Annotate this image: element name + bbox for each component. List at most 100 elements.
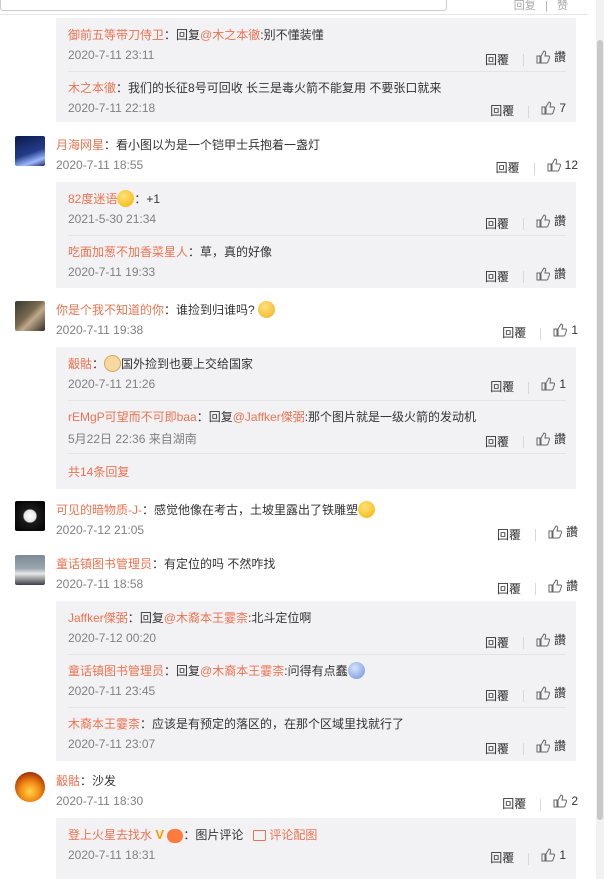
sub-reply-divider bbox=[68, 71, 566, 72]
reply-button[interactable]: 回覆 bbox=[485, 51, 509, 68]
like-button[interactable]: 讚 bbox=[536, 430, 566, 447]
username-link[interactable]: 月海网星 bbox=[56, 138, 104, 152]
reply-button[interactable]: 回覆 bbox=[490, 378, 514, 395]
sub-reply: 觳骷： 国外捡到也要上交给国家 2020-7-11 21:26 回覆 1 bbox=[68, 355, 566, 395]
mention-link[interactable]: @木裔本王霎柰 bbox=[200, 664, 284, 678]
comment-text: 谁捡到归谁吗? bbox=[176, 303, 255, 317]
username-link[interactable]: 82度迷语 bbox=[68, 192, 117, 206]
comment-time: 2020-7-11 23:11 bbox=[68, 48, 155, 62]
reply-button[interactable]: 回覆 bbox=[490, 849, 514, 866]
sub-reply-divider bbox=[68, 707, 566, 708]
avatar[interactable] bbox=[15, 301, 45, 331]
like-button[interactable]: 12 bbox=[547, 158, 578, 172]
mention-link[interactable]: @木之本徹 bbox=[200, 28, 260, 42]
top-like-label[interactable]: 赞 bbox=[557, 0, 568, 12]
reply-button[interactable]: 回覆 bbox=[485, 215, 509, 232]
username-link[interactable]: 吃面加葱不加香菜星人 bbox=[68, 245, 188, 259]
thumbs-up-icon bbox=[536, 49, 550, 63]
like-button[interactable]: 讚 bbox=[536, 48, 566, 65]
mention-link[interactable]: @Jaffker傑弼 bbox=[233, 410, 305, 424]
user-badge-icon bbox=[117, 190, 135, 208]
comment-actions: 回覆 讚 bbox=[485, 684, 566, 704]
username-link[interactable]: 觳骷 bbox=[68, 357, 92, 371]
reply-button[interactable]: 回覆 bbox=[485, 740, 509, 757]
comment-actions: 回覆 讚 bbox=[485, 430, 566, 450]
top-toolbar-fragment: 回复 | 赞 bbox=[0, 0, 588, 15]
like-button[interactable]: 讚 bbox=[536, 631, 566, 648]
comment-text-line: 童话镇图书管理员：有定位的吗 不然咋找 bbox=[56, 555, 576, 573]
like-button[interactable]: 7 bbox=[541, 101, 566, 115]
thumbs-up-icon bbox=[536, 213, 550, 227]
reply-button[interactable]: 回覆 bbox=[485, 268, 509, 285]
divider bbox=[540, 798, 542, 811]
like-button[interactable]: 讚 bbox=[536, 737, 566, 754]
reply-button[interactable]: 回覆 bbox=[502, 324, 526, 341]
username-link[interactable]: 登上火星去找水 bbox=[68, 828, 152, 842]
like-button[interactable]: 1 bbox=[553, 323, 578, 337]
like-button[interactable]: 讚 bbox=[548, 577, 578, 594]
divider bbox=[522, 218, 524, 231]
like-button[interactable]: 讚 bbox=[536, 212, 566, 229]
username-link[interactable]: rEMgP可望而不可即baa bbox=[68, 410, 197, 424]
more-replies-link[interactable]: 共14条回复 bbox=[68, 463, 129, 480]
like-count: 讚 bbox=[553, 686, 566, 700]
top-reply-label[interactable]: 回复 bbox=[514, 0, 536, 12]
thumbs-up-icon bbox=[541, 377, 556, 391]
avatar[interactable] bbox=[15, 772, 45, 802]
username-link[interactable]: 可见的暗物质-J- bbox=[56, 503, 142, 517]
sub-reply-text: 82度迷语 ：+1 bbox=[68, 190, 160, 208]
like-button[interactable]: 1 bbox=[541, 377, 566, 391]
comment-actions: 回覆 讚 bbox=[485, 265, 566, 285]
username-link[interactable]: 童话镇图书管理员 bbox=[68, 664, 164, 678]
divider bbox=[522, 54, 524, 67]
username-link[interactable]: 御前五等带刀侍卫 bbox=[68, 28, 164, 42]
comment-item: 童话镇图书管理员：有定位的吗 不然咋找 2020-7-11 18:58 回覆 讚 bbox=[15, 555, 578, 599]
reply-button[interactable]: 回覆 bbox=[490, 102, 514, 119]
comment-time: 2021-5-30 21:34 bbox=[68, 212, 157, 226]
like-count: 7 bbox=[559, 101, 566, 115]
comment-time: 2020-7-11 18:58 bbox=[56, 577, 144, 591]
colon: ： bbox=[134, 192, 147, 206]
sub-reply-block: 觳骷： 国外捡到也要上交给国家 2020-7-11 21:26 回覆 1 rEMgP… bbox=[56, 347, 576, 489]
thumbs-up-icon bbox=[536, 431, 550, 445]
reply-button[interactable]: 回覆 bbox=[485, 634, 509, 651]
mention-link[interactable]: @木裔本王霎柰 bbox=[164, 611, 248, 625]
comment-time: 2020-7-11 19:38 bbox=[56, 323, 144, 337]
comment-picture-link[interactable]: 评论配图 bbox=[269, 828, 317, 842]
like-count: 讚 bbox=[553, 432, 566, 446]
sub-reply: 御前五等带刀侍卫：回复@木之本徹:别不懂装懂 2020-7-11 23:11 回… bbox=[68, 26, 566, 68]
username-link[interactable]: 你是个我不知道的你 bbox=[56, 303, 164, 317]
doge-emoji-icon bbox=[104, 355, 122, 373]
sub-reply: Jaffker傑弼：回复@木裔本王霎柰:北斗定位啊 2020-7-12 00:2… bbox=[68, 609, 566, 651]
reply-button[interactable]: 回覆 bbox=[497, 580, 521, 597]
comment-actions: 回覆 12 bbox=[496, 158, 578, 176]
avatar[interactable] bbox=[15, 555, 45, 585]
avatar[interactable] bbox=[15, 136, 45, 166]
like-button[interactable]: 1 bbox=[541, 848, 566, 862]
avatar[interactable] bbox=[15, 501, 45, 531]
comment-input-fragment[interactable] bbox=[0, 0, 447, 11]
like-button[interactable]: 讚 bbox=[548, 523, 578, 540]
username-link[interactable]: 木之本徹 bbox=[68, 81, 116, 95]
comment-text: 国外捡到也要上交给国家 bbox=[121, 357, 254, 371]
like-button[interactable]: 讚 bbox=[536, 684, 566, 701]
sub-reply: 登上火星去找水 V ：图片评论 评论配图 2020-7-11 18:31 回覆 1 bbox=[68, 826, 566, 866]
sub-reply-text: 童话镇图书管理员：回复@木裔本王霎柰:问得有点蠢 bbox=[68, 662, 365, 680]
reply-button[interactable]: 回覆 bbox=[496, 159, 520, 176]
like-button[interactable]: 2 bbox=[553, 794, 578, 808]
reply-button[interactable]: 回覆 bbox=[485, 687, 509, 704]
sub-reply-text: 吃面加葱不加香菜星人：草，真的好像 bbox=[68, 243, 272, 261]
comment-text: 草，真的好像 bbox=[200, 245, 273, 259]
username-link[interactable]: 童话镇图书管理员 bbox=[56, 557, 152, 571]
reply-button[interactable]: 回覆 bbox=[497, 526, 521, 543]
like-count: 讚 bbox=[565, 579, 578, 593]
username-link[interactable]: 觳骷 bbox=[56, 774, 80, 788]
like-button[interactable]: 讚 bbox=[536, 265, 566, 282]
sub-reply: rEMgP可望而不可即baa：回复@Jaffker傑弼:那个图片就是一级火箭的发… bbox=[68, 408, 566, 450]
username-link[interactable]: 木裔本王霎柰 bbox=[68, 717, 140, 731]
like-count: 1 bbox=[559, 848, 566, 862]
username-link[interactable]: Jaffker傑弼 bbox=[68, 611, 128, 625]
reply-button[interactable]: 回覆 bbox=[485, 433, 509, 450]
scrollbar-thumb[interactable] bbox=[597, 40, 603, 820]
reply-button[interactable]: 回覆 bbox=[502, 795, 526, 812]
